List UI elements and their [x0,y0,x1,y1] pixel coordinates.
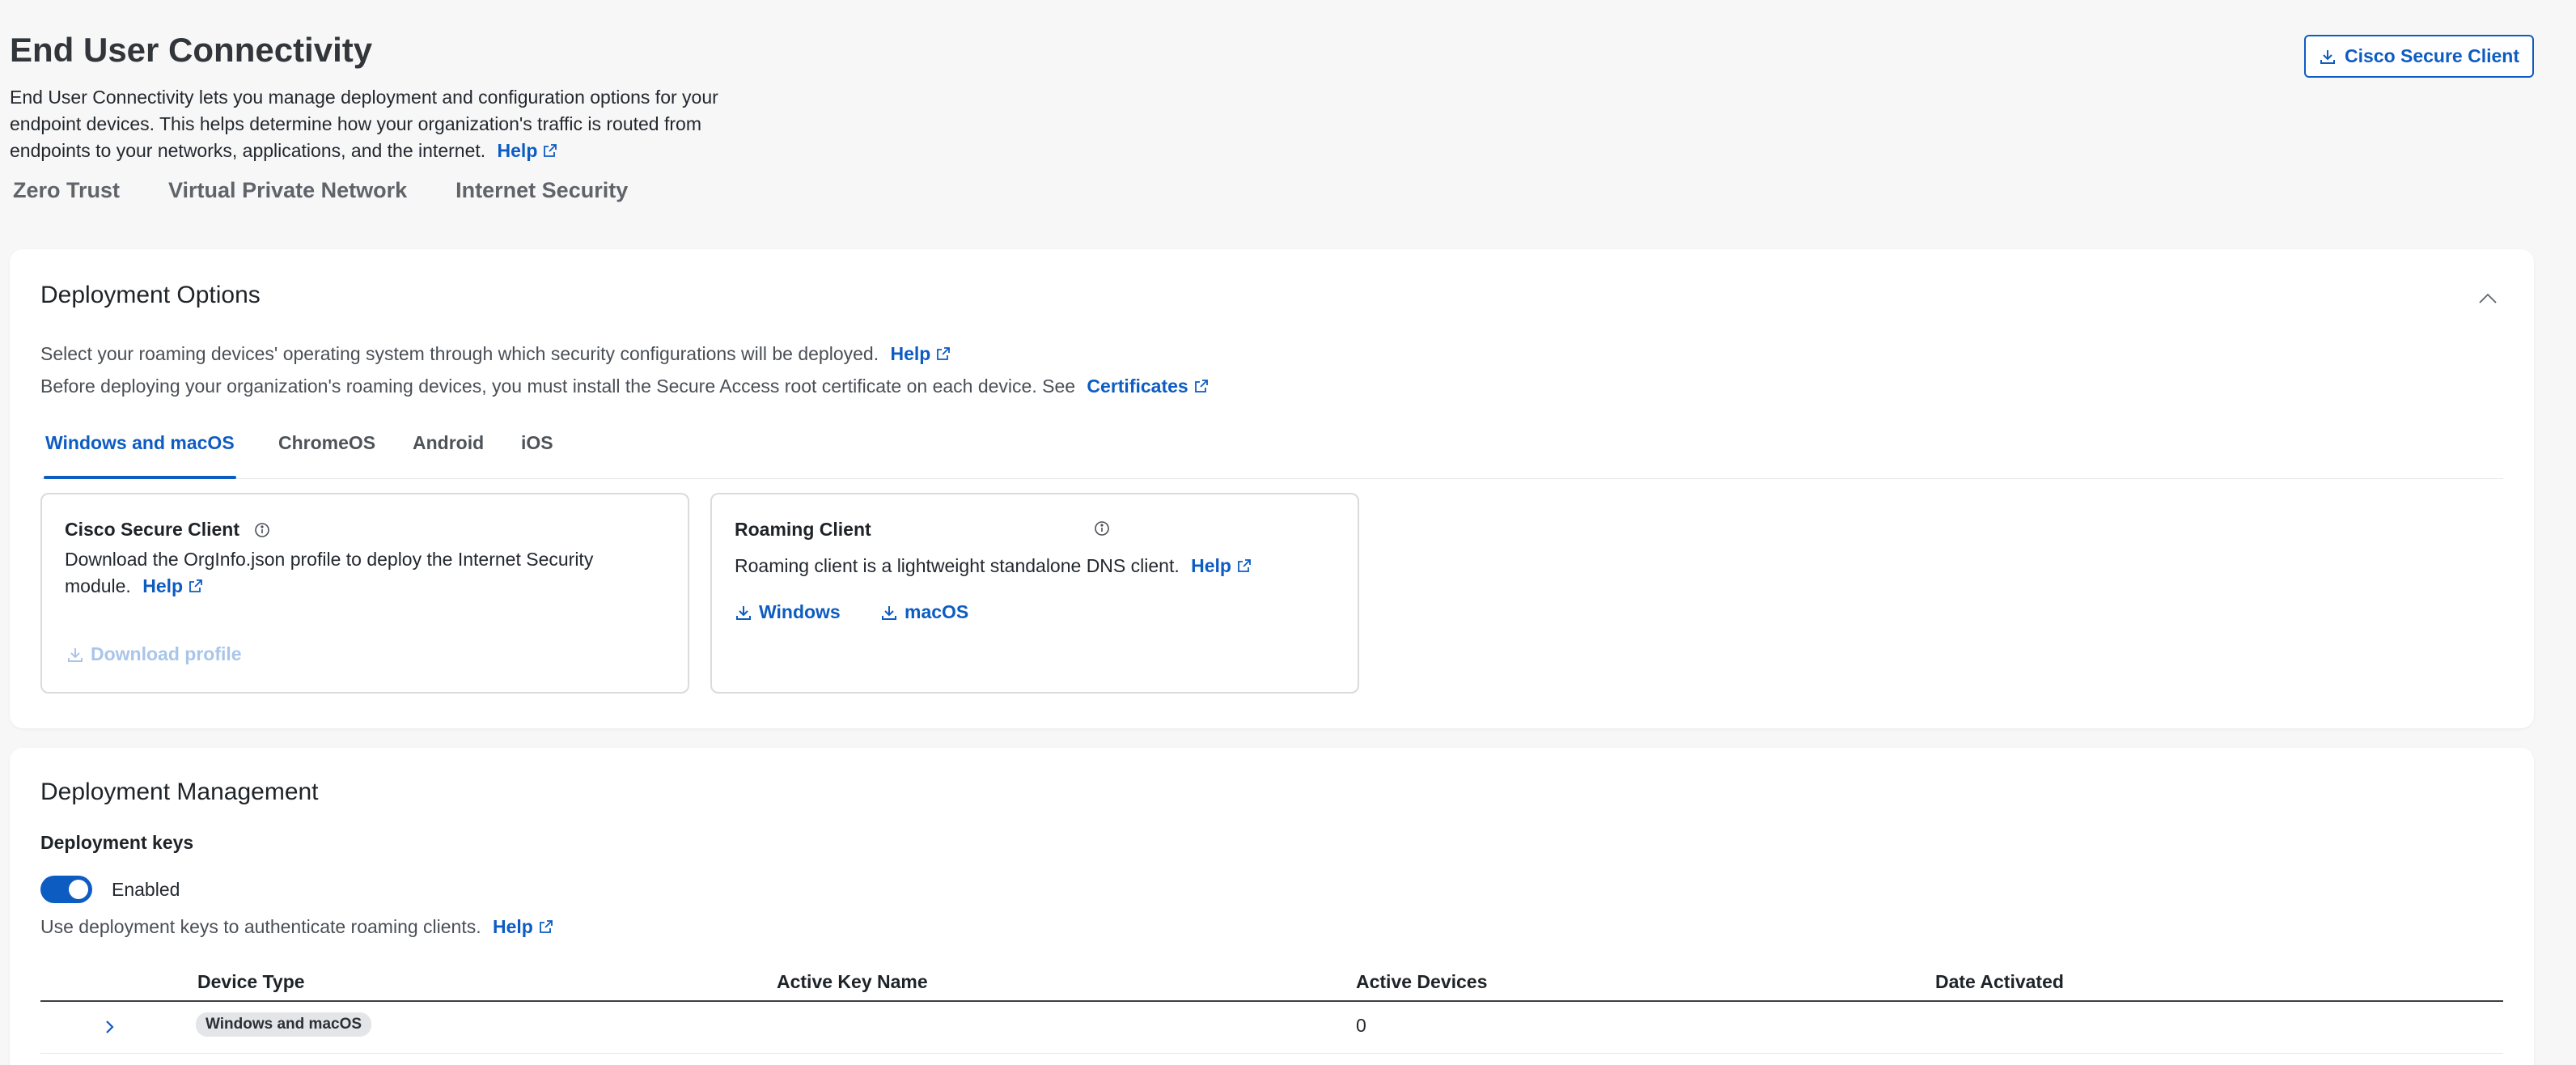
desc-text: Before deploying your organization's roa… [40,376,1076,397]
body-line: Download the OrgInfo.json profile to dep… [65,549,594,570]
download-icon [66,646,84,664]
cisco-card-help-link[interactable]: Help [142,575,204,596]
help-label: Help [497,140,538,161]
roaming-card-title: Roaming Client [735,519,871,540]
intro-line: End User Connectivity lets you manage de… [10,87,718,108]
deployment-help-link[interactable]: Help [890,343,951,364]
roaming-card-heading: Roaming Client [735,519,1109,541]
table-row: Windows and macOS 0 [40,1002,2503,1054]
column-header-active-devices[interactable]: Active Devices [1356,971,1487,993]
deployment-keys-table: Device Type Active Key Name Active Devic… [40,968,2503,1054]
cisco-secure-client-card: Cisco Secure Client Download the OrgInfo… [40,493,689,694]
external-link-icon [542,142,558,159]
tab-zero-trust[interactable]: Zero Trust [13,178,120,203]
info-icon[interactable] [1094,520,1110,537]
intro-help-link[interactable]: Help [498,140,559,161]
help-label: Help [493,916,533,937]
certificate-desc: Before deploying your organization's roa… [40,376,1210,397]
external-link-icon [1193,378,1210,394]
intro-text: End User Connectivity lets you manage de… [10,84,786,164]
external-link-icon [1236,558,1252,574]
chevron-up-icon[interactable] [2477,288,2498,309]
desc-text: Select your roaming devices' operating s… [40,343,879,364]
deployment-options-card: Deployment Options Select your roaming d… [10,249,2534,728]
body-text: Roaming client is a lightweight standalo… [735,555,1180,576]
deployment-management-title: Deployment Management [40,779,319,805]
help-label: Help [890,343,931,364]
download-profile-button[interactable]: Download profile [66,643,242,665]
help-label: Help [1191,555,1231,576]
cisco-secure-client-button[interactable]: Cisco Secure Client [2304,35,2534,78]
deployment-keys-heading: Deployment keys [40,832,194,853]
tab-windows-and-macos[interactable]: Windows and macOS [44,432,236,479]
chevron-right-icon[interactable] [100,1018,118,1036]
certificates-label: Certificates [1087,376,1188,397]
certificates-link[interactable]: Certificates [1087,376,1209,397]
column-header-device-type[interactable]: Device Type [197,971,305,993]
roaming-card-body: Roaming client is a lightweight standalo… [735,553,1252,579]
external-link-icon [935,346,951,362]
tab-ios[interactable]: iOS [521,432,553,479]
download-icon [735,604,752,622]
body-text: module. [65,575,131,596]
table-header-row: Device Type Active Key Name Active Devic… [40,968,2503,1002]
download-icon [2319,48,2337,66]
roaming-card-help-link[interactable]: Help [1191,555,1252,576]
deployment-keys-toggle[interactable] [40,876,92,903]
download-macos-button[interactable]: macOS [880,601,968,623]
macos-label: macOS [905,601,969,622]
column-header-active-key-name[interactable]: Active Key Name [777,971,928,993]
desc-text: Use deployment keys to authenticate roam… [40,916,481,937]
deployment-keys-desc: Use deployment keys to authenticate roam… [40,916,554,938]
deployment-options-desc: Select your roaming devices' operating s… [40,343,951,365]
intro-line: endpoint devices. This helps determine h… [10,113,701,134]
roaming-client-card: Roaming Client Roaming client is a light… [710,493,1359,694]
device-type-badge: Windows and macOS [196,1012,372,1037]
tab-android[interactable]: Android [413,432,484,479]
intro-line-text: endpoints to your networks, applications… [10,140,486,161]
tab-internet-security[interactable]: Internet Security [455,178,628,203]
download-windows-button[interactable]: Windows [735,601,841,623]
windows-label: Windows [759,601,841,622]
deployment-options-title: Deployment Options [40,282,261,308]
help-label: Help [142,575,184,596]
cisco-card-title: Cisco Secure Client [65,519,240,540]
column-header-date-activated[interactable]: Date Activated [1935,971,2064,993]
toggle-label: Enabled [112,879,180,900]
external-link-icon [188,578,204,594]
main-tabs: Zero Trust Virtual Private Network Inter… [13,178,628,203]
download-profile-label: Download profile [91,643,242,664]
cisco-card-body: Download the OrgInfo.json profile to dep… [65,546,593,600]
active-devices-cell: 0 [1356,1015,1366,1036]
tab-chromeos[interactable]: ChromeOS [278,432,375,479]
tab-virtual-private-network[interactable]: Virtual Private Network [168,178,407,203]
intro-line: endpoints to your networks, applications… [10,138,786,164]
cisco-secure-client-label: Cisco Secure Client [2344,45,2520,66]
deployment-keys-help-link[interactable]: Help [493,916,554,937]
external-link-icon [538,919,554,935]
info-icon[interactable] [254,522,270,538]
cisco-card-heading: Cisco Secure Client [65,519,270,541]
os-tabs: Windows and macOS ChromeOS Android iOS [40,429,2503,479]
page-title: End User Connectivity [10,31,373,69]
body-line: module. Help [65,573,593,600]
deployment-management-card: Deployment Management Deployment keys En… [10,748,2534,1065]
download-icon [880,604,898,622]
